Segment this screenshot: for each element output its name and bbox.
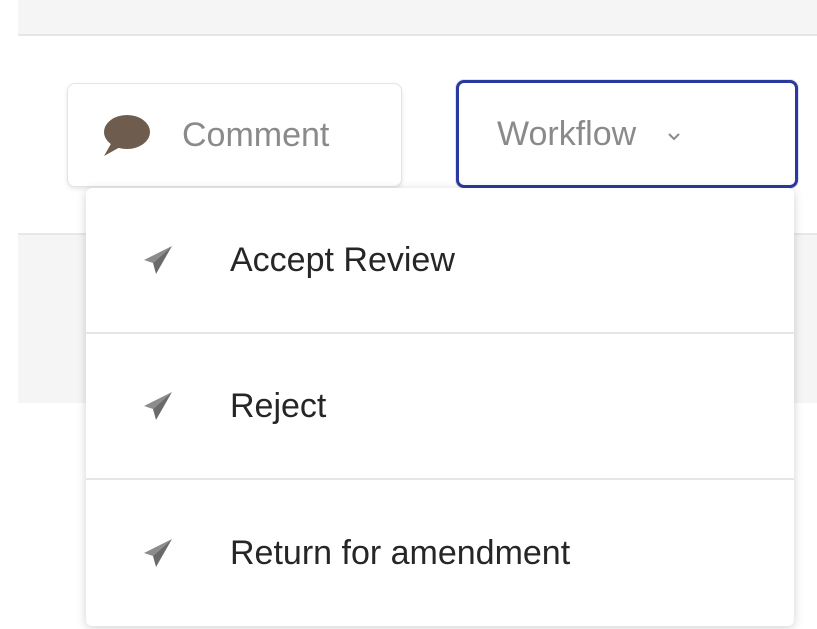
menu-item-label: Reject [230,386,327,425]
workflow-menu: Accept Review Reject Return for amendmen… [86,188,794,626]
speech-bubble-icon [100,112,152,158]
menu-item-accept-review[interactable]: Accept Review [86,188,794,334]
paper-plane-icon [142,244,174,276]
chevron-down-icon [666,130,682,142]
comment-button-label: Comment [182,115,330,154]
menu-item-label: Return for amendment [230,533,571,572]
paper-plane-icon [142,537,174,569]
comment-button[interactable]: Comment [67,83,402,187]
menu-item-return-for-amendment[interactable]: Return for amendment [86,480,794,626]
page: Comment Workflow Accept Review Reject Re… [0,0,817,629]
paper-plane-icon [142,390,174,422]
menu-item-reject[interactable]: Reject [86,334,794,480]
workflow-button-label: Workflow [497,114,637,153]
header-strip [18,0,817,36]
menu-item-label: Accept Review [230,240,455,279]
workflow-dropdown-button[interactable]: Workflow [456,80,798,188]
